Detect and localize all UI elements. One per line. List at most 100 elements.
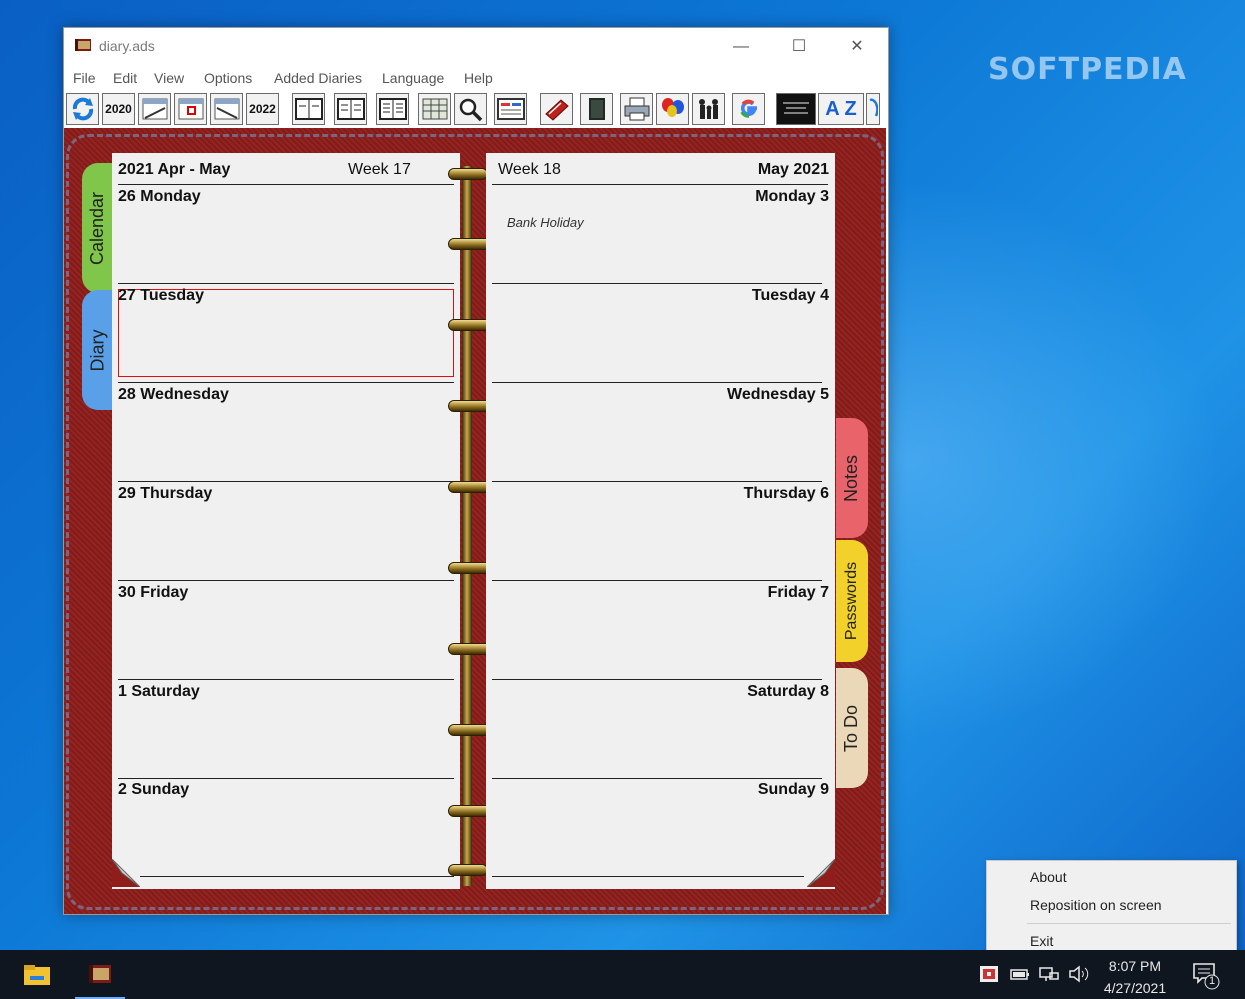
day-label-friday-7: Friday 7 [767, 584, 829, 601]
toolbar: 2020 2022 A Z [64, 91, 888, 127]
clock-date: 4/27/2021 [1103, 980, 1167, 996]
maximize-button[interactable]: ☐ [776, 30, 822, 64]
diary-book-icon [75, 39, 91, 51]
menu-file[interactable]: File [73, 70, 96, 86]
tray-context-menu: About Reposition on screen Exit [986, 860, 1237, 960]
menu-edit[interactable]: Edit [113, 70, 137, 86]
day-divider [492, 679, 822, 680]
diary-leather-cover: Calendar Diary Notes Passwords To Do 202… [64, 128, 886, 914]
menu-item-exit[interactable]: Exit [1030, 933, 1053, 949]
tab-passwords-label: Passwords [843, 561, 860, 641]
left-header-week: Week 17 [348, 161, 411, 178]
menu-view[interactable]: View [154, 70, 184, 86]
day-divider [118, 679, 454, 680]
menu-separator [1027, 923, 1231, 924]
menu-bar: File Edit View Options Added Diaries Lan… [64, 66, 888, 90]
tab-calendar[interactable]: Calendar [82, 163, 114, 293]
day-divider [492, 580, 822, 581]
day-divider [118, 481, 454, 482]
binder-spine [462, 166, 472, 886]
diary-tray-icon[interactable] [979, 965, 999, 983]
refresh-icon[interactable] [66, 93, 99, 125]
month-view-icon[interactable] [376, 93, 409, 125]
menu-item-about[interactable]: About [1030, 869, 1067, 885]
day-divider [118, 778, 454, 779]
tab-diary-label: Diary [87, 328, 108, 372]
day-label-2-sunday: 2 Sunday [118, 781, 190, 798]
page-curl-forward-icon[interactable] [807, 859, 835, 887]
day-divider [118, 283, 454, 284]
previous-year-button[interactable]: 2020 [102, 93, 135, 125]
sort-az-button[interactable]: A Z [818, 93, 864, 125]
day-label-28-wednesday: 28 Wednesday [118, 386, 229, 403]
menu-help[interactable]: Help [464, 70, 493, 86]
menu-added-diaries[interactable]: Added Diaries [274, 70, 362, 86]
day-divider [492, 283, 822, 284]
family-icon[interactable] [692, 93, 725, 125]
day-label-1-saturday: 1 Saturday [118, 683, 200, 700]
softpedia-watermark: SOFTPEDIA [988, 52, 1187, 87]
file-explorer-icon[interactable] [12, 950, 62, 999]
week-view-icon[interactable] [334, 93, 367, 125]
day-label-29-thursday: 29 Thursday [118, 485, 213, 502]
diary-app-taskbar-icon[interactable] [75, 950, 125, 999]
right-header-week: Week 18 [498, 161, 561, 178]
page-curl-back-icon[interactable] [112, 859, 140, 887]
clock-time: 8:07 PM [1108, 958, 1162, 974]
next-month-calendar-icon[interactable] [210, 93, 243, 125]
action-center-icon[interactable]: 1 [1192, 960, 1224, 990]
tab-diary[interactable]: Diary [82, 290, 114, 410]
google-icon[interactable] [732, 93, 765, 125]
spreadsheet-icon[interactable] [418, 93, 451, 125]
day-divider [492, 382, 822, 383]
tab-calendar-label: Calendar [87, 191, 108, 265]
right-header-month: May 2021 [757, 161, 829, 178]
tab-todo-label: To Do [841, 704, 862, 752]
day-label-wednesday-5: Wednesday 5 [727, 386, 829, 403]
day-divider [492, 481, 822, 482]
left-header-range: 2021 Apr - May [118, 161, 231, 178]
taskbar: 8:07 PM 4/27/2021 1 [0, 950, 1245, 999]
layout-icon[interactable] [494, 93, 527, 125]
next-year-button[interactable]: 2022 [246, 93, 279, 125]
printer-icon[interactable] [620, 93, 653, 125]
notification-count-badge: 1 [1208, 975, 1216, 987]
battery-icon[interactable] [1009, 965, 1029, 983]
left-diary-page: 2021 Apr - May Week 17 26 Monday 27 Tues… [112, 153, 460, 889]
window-title: diary.ads [99, 38, 155, 54]
day-label-monday-3: Monday 3 [755, 188, 829, 205]
tab-notes[interactable]: Notes [836, 418, 868, 538]
network-icon[interactable] [1038, 965, 1059, 983]
menu-item-reposition[interactable]: Reposition on screen [1030, 897, 1162, 913]
balloons-icon[interactable] [656, 93, 689, 125]
journal-book-icon[interactable] [580, 93, 613, 125]
day-label-thursday-6: Thursday 6 [743, 485, 829, 502]
day-label-30-friday: 30 Friday [118, 584, 189, 601]
tab-todo[interactable]: To Do [836, 668, 868, 788]
today-calendar-icon[interactable] [174, 93, 207, 125]
close-button[interactable]: ✕ [834, 30, 880, 64]
title-bar[interactable]: diary.ads — ☐ ✕ [64, 28, 888, 66]
notice-board-icon[interactable] [776, 93, 816, 125]
day-label-27-tuesday: 27 Tuesday [118, 287, 204, 304]
day-view-icon[interactable] [292, 93, 325, 125]
search-icon[interactable] [454, 93, 487, 125]
minimize-button[interactable]: — [718, 30, 764, 64]
taskbar-clock[interactable]: 8:07 PM 4/27/2021 [1095, 957, 1175, 997]
binder-ring [448, 864, 488, 876]
tab-passwords[interactable]: Passwords [836, 540, 868, 662]
toolbar-overflow-icon[interactable] [866, 93, 880, 125]
menu-language[interactable]: Language [382, 70, 444, 86]
volume-icon[interactable] [1068, 965, 1089, 983]
day-divider [118, 382, 454, 383]
day-divider [140, 876, 454, 877]
app-window[interactable]: diary.ads — ☐ ✕ File Edit View Options A… [63, 27, 889, 915]
bank-holiday-note[interactable]: Bank Holiday [507, 215, 584, 230]
address-book-icon[interactable] [540, 93, 573, 125]
right-diary-page: Week 18 May 2021 Monday 3 Bank Holiday T… [486, 153, 835, 889]
day-divider [492, 778, 822, 779]
day-divider [492, 876, 804, 877]
day-label-sunday-9: Sunday 9 [757, 781, 829, 798]
previous-month-calendar-icon[interactable] [138, 93, 171, 125]
menu-options[interactable]: Options [204, 70, 252, 86]
